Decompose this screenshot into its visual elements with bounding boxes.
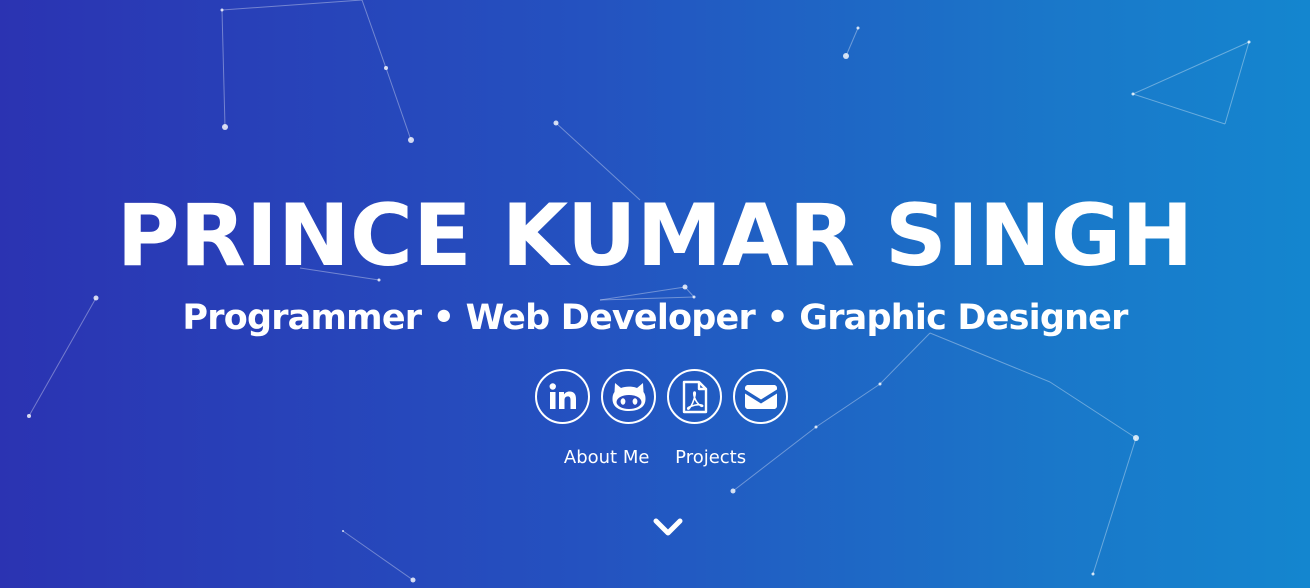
linkedin-button[interactable] [535,369,590,424]
social-links [535,369,803,429]
hero-tagline: Programmer • Web Developer • Graphic Des… [182,298,1128,338]
chevron-down-icon [653,518,683,536]
envelope-icon [744,384,777,409]
hero-name: PRINCE KUMAR SINGH [116,186,1194,286]
pdf-icon [682,380,707,413]
email-button[interactable] [733,369,788,424]
about-me-link[interactable]: About Me [564,445,650,471]
projects-link[interactable]: Projects [675,445,746,471]
section-links: About Me Projects [0,445,1310,471]
github-button[interactable] [601,369,656,424]
scroll-down-button[interactable] [652,516,684,540]
github-icon [612,382,645,411]
hero-section: PRINCE KUMAR SINGH Programmer • Web Deve… [0,0,1310,588]
resume-pdf-button[interactable] [667,369,722,424]
linkedin-icon [549,382,576,409]
